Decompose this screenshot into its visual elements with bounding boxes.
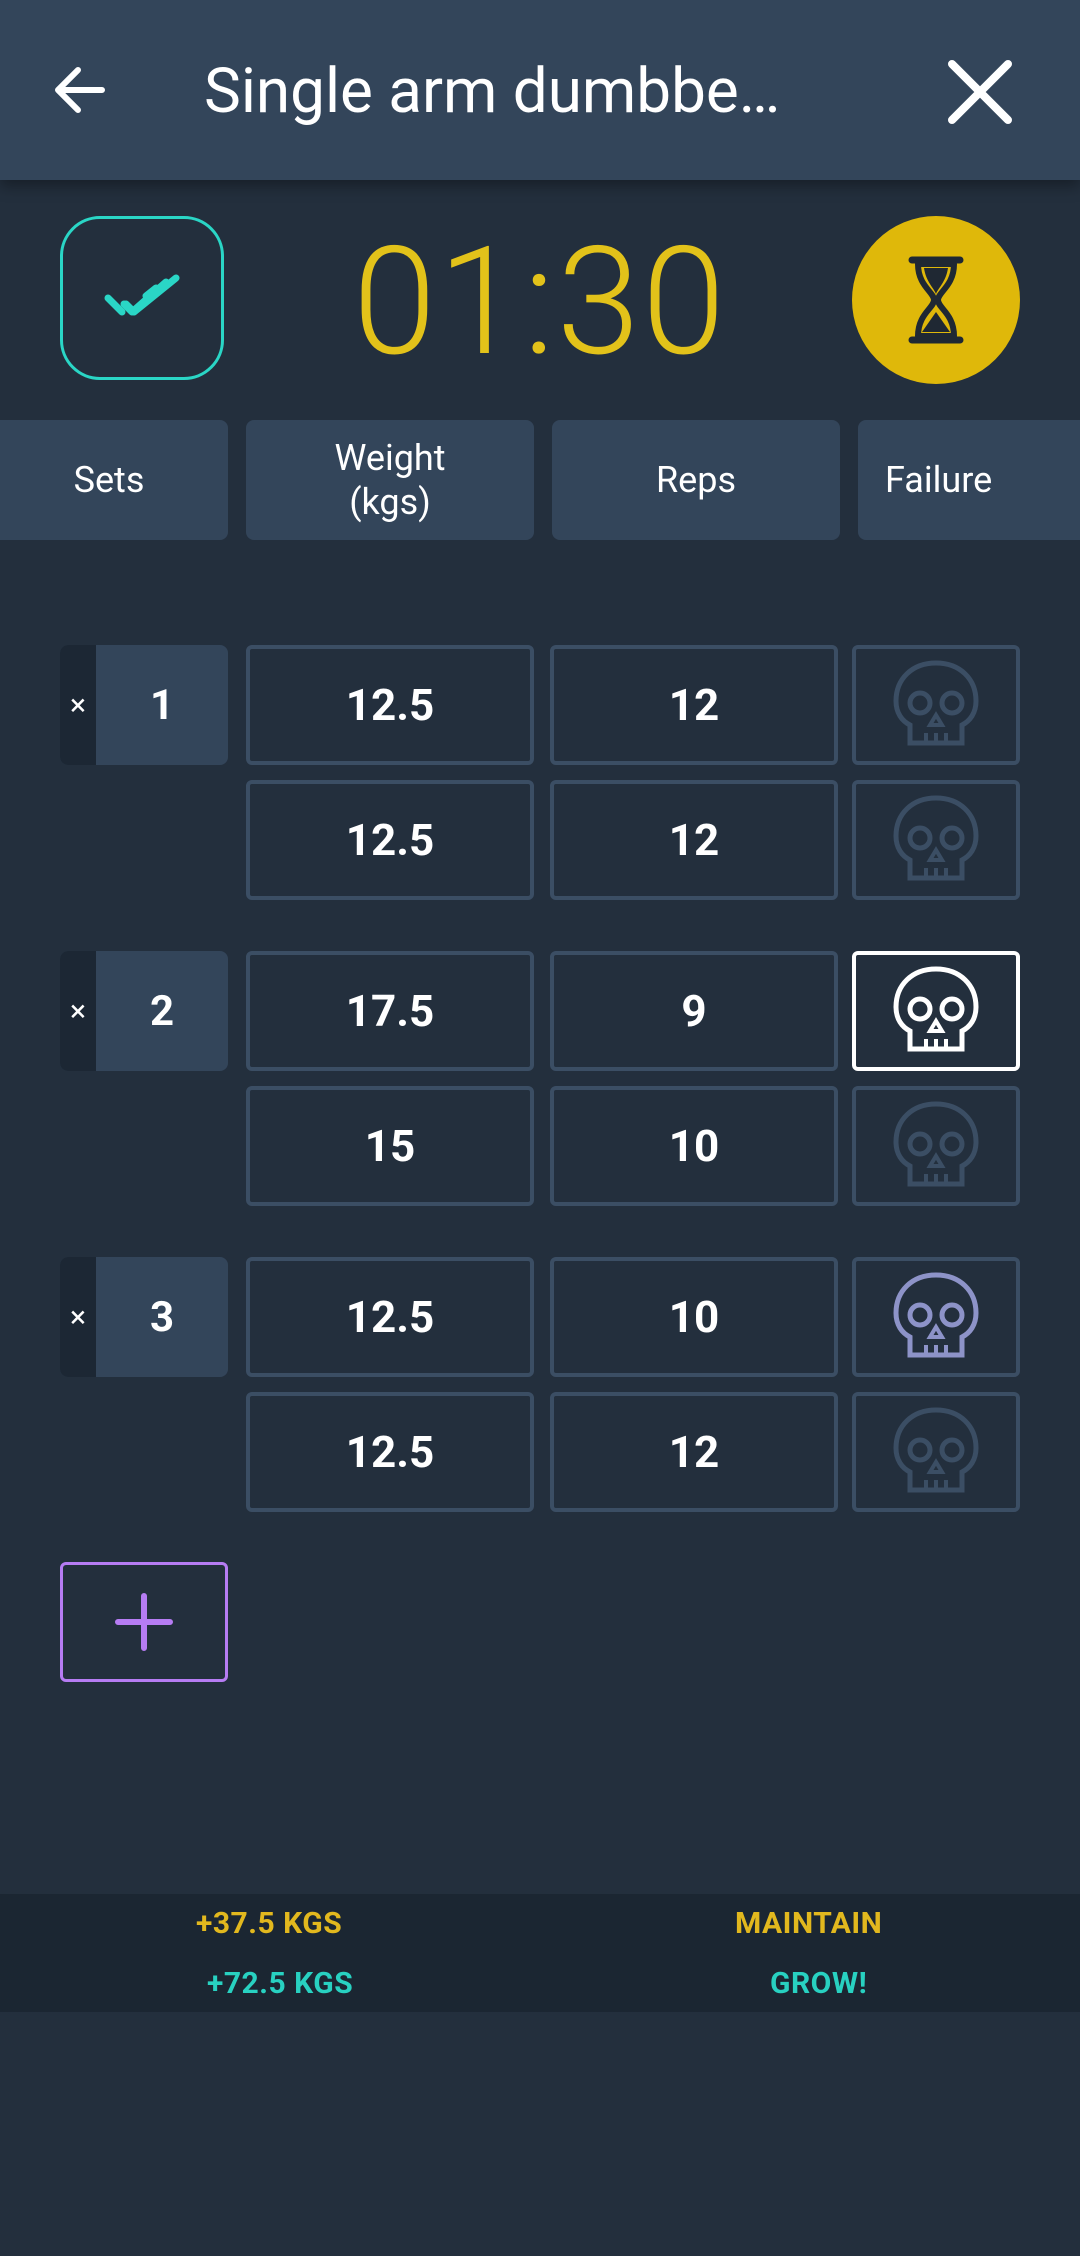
rest-timer[interactable]: 01:30	[300, 212, 780, 392]
skull-icon	[893, 966, 979, 1052]
plus-icon	[115, 1593, 173, 1651]
skull-icon	[893, 1101, 979, 1187]
column-header-sets: Sets	[0, 420, 228, 540]
add-set-button[interactable]	[60, 1562, 228, 1682]
reps-input[interactable]: 12	[550, 1392, 838, 1512]
complete-button[interactable]	[60, 216, 224, 380]
failure-toggle[interactable]	[852, 645, 1020, 765]
column-header-weight: Weight (kgs)	[246, 420, 534, 540]
set-badge: × 3	[60, 1257, 228, 1377]
summary-status-maintain: MAINTAIN	[735, 1906, 883, 1941]
failure-toggle[interactable]	[852, 951, 1020, 1071]
double-check-icon	[104, 274, 180, 316]
set-number: 2	[149, 986, 175, 1036]
exercise-title: Single arm dumbbe…	[204, 55, 781, 128]
reps-input[interactable]: 12	[550, 645, 838, 765]
arrow-left-icon[interactable]	[48, 58, 112, 122]
failure-toggle[interactable]	[852, 1086, 1020, 1206]
reps-input[interactable]: 10	[550, 1086, 838, 1206]
skull-icon	[893, 1272, 979, 1358]
delete-set-button[interactable]: ×	[60, 1257, 96, 1377]
column-header-reps: Reps	[552, 420, 840, 540]
delete-set-button[interactable]: ×	[60, 645, 96, 765]
weight-unit-label: (kgs)	[349, 481, 431, 523]
delete-set-button[interactable]: ×	[60, 951, 96, 1071]
reps-input[interactable]: 12	[550, 780, 838, 900]
weight-input[interactable]: 15	[246, 1086, 534, 1206]
failure-toggle[interactable]	[852, 1257, 1020, 1377]
summary-weight-grow: +72.5 KGS	[207, 1966, 354, 2001]
failure-label: Failure	[885, 459, 993, 501]
reps-input[interactable]: 9	[550, 951, 838, 1071]
set-number: 3	[149, 1292, 175, 1342]
skull-icon	[893, 660, 979, 746]
summary-status-grow: GROW!	[770, 1966, 868, 2001]
failure-toggle[interactable]	[852, 1392, 1020, 1512]
progress-summary: +37.5 KGS MAINTAIN +72.5 KGS GROW!	[0, 1894, 1080, 2012]
reps-input[interactable]: 10	[550, 1257, 838, 1377]
weight-input[interactable]: 12.5	[246, 645, 534, 765]
summary-weight-maintain: +37.5 KGS	[196, 1906, 343, 1941]
timer-button[interactable]	[852, 216, 1020, 384]
skull-icon	[893, 1407, 979, 1493]
weight-input[interactable]: 12.5	[246, 1392, 534, 1512]
set-number: 1	[149, 680, 175, 730]
weight-input[interactable]: 12.5	[246, 1257, 534, 1377]
sets-label: Sets	[73, 459, 145, 501]
weight-input[interactable]: 17.5	[246, 951, 534, 1071]
skull-icon	[893, 795, 979, 881]
set-badge: × 1	[60, 645, 228, 765]
weight-input[interactable]: 12.5	[246, 780, 534, 900]
failure-toggle[interactable]	[852, 780, 1020, 900]
reps-label: Reps	[655, 459, 737, 501]
weight-label: Weight	[334, 437, 446, 479]
close-icon[interactable]	[940, 52, 1020, 132]
set-badge: × 2	[60, 951, 228, 1071]
hourglass-icon	[908, 256, 964, 344]
app-bar: Single arm dumbbe…	[0, 0, 1080, 180]
column-header-failure: Failure	[858, 420, 1080, 540]
